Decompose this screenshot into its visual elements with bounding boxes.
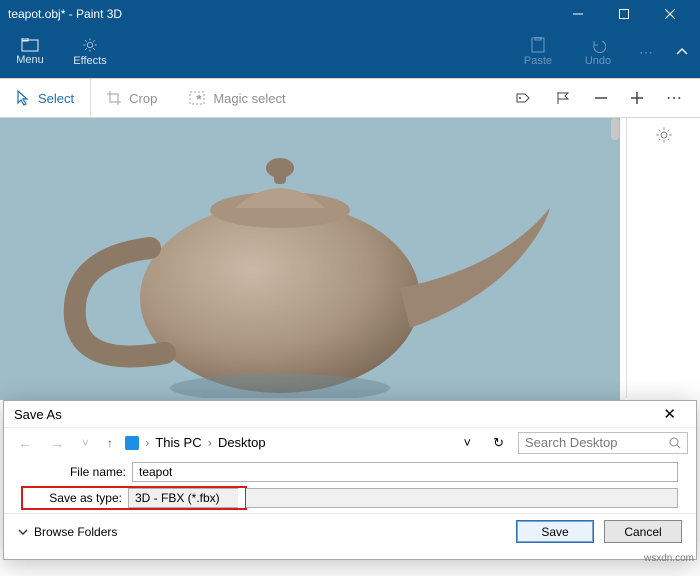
effects-label: Effects (73, 55, 106, 67)
crop-label: Crop (129, 91, 157, 106)
crop-icon (107, 91, 121, 105)
minus-icon[interactable] (594, 91, 608, 105)
saveastype-field-part[interactable]: 3D - FBX (*.fbx) (128, 488, 238, 508)
titlebar-title: teapot.obj* - Paint 3D (8, 7, 122, 21)
redo-button: ⋯ (628, 28, 664, 76)
saveastype-field[interactable] (246, 488, 678, 508)
close-button[interactable] (648, 0, 692, 28)
chevron-up-icon (676, 48, 688, 56)
chevron-up-button[interactable] (664, 28, 700, 76)
up-button[interactable]: ↑ (101, 436, 119, 450)
filename-value: teapot (139, 465, 172, 479)
undo-button: Undo (568, 28, 628, 76)
nav-bar: ← → ˅ ↑ › This PC › Desktop ˅ ↻ Search D… (4, 427, 696, 457)
breadcrumb[interactable]: › This PC › Desktop (125, 435, 449, 450)
filename-label: File name: (22, 465, 132, 479)
teapot-model (50, 128, 570, 398)
crop-tool[interactable]: Crop (91, 79, 173, 117)
pc-icon (125, 436, 139, 450)
more-icon[interactable]: ⋯ (666, 88, 682, 108)
minimize-button[interactable] (556, 0, 600, 28)
toolbar: Select Crop Magic select ⋯ (0, 78, 700, 118)
effects-icon (82, 37, 98, 53)
path-pc[interactable]: This PC (155, 435, 201, 450)
paste-icon (531, 37, 545, 53)
plus-icon[interactable] (630, 91, 644, 105)
tag-icon[interactable] (516, 91, 534, 105)
flag-icon[interactable] (556, 91, 572, 105)
scrollbar[interactable] (611, 118, 619, 140)
right-panel (626, 118, 700, 398)
search-input[interactable]: Search Desktop (518, 432, 688, 454)
chevron-right-icon: › (145, 435, 149, 450)
magic-select-icon (189, 91, 205, 105)
settings-sun-icon[interactable] (655, 126, 673, 144)
saveastype-label: Save as type: (24, 491, 128, 505)
paste-label: Paste (524, 55, 552, 67)
maximize-button[interactable] (602, 0, 646, 28)
menu-button[interactable]: Menu (0, 28, 60, 76)
search-placeholder: Search Desktop (525, 435, 618, 450)
save-button[interactable]: Save (516, 520, 594, 543)
cursor-icon (16, 90, 30, 106)
browse-folders-toggle[interactable]: Browse Folders (18, 525, 117, 539)
paste-button: Paste (508, 28, 568, 76)
search-icon (669, 437, 681, 449)
back-button[interactable]: ← (12, 435, 38, 451)
forward-button[interactable]: → (44, 435, 70, 451)
browse-folders-label: Browse Folders (34, 525, 117, 539)
path-folder[interactable]: Desktop (218, 435, 266, 450)
watermark: wsxdn.com (644, 553, 694, 564)
titlebar: teapot.obj* - Paint 3D (0, 0, 700, 28)
dialog-close-button[interactable]: ✕ (653, 403, 686, 425)
save-as-dialog: Save As ✕ ← → ˅ ↑ › This PC › Desktop ˅ … (3, 400, 697, 560)
viewport[interactable] (0, 118, 620, 400)
folder-icon (21, 38, 39, 52)
undo-icon (590, 37, 606, 53)
recent-dropdown[interactable]: ˅ (76, 436, 95, 450)
window-controls (556, 0, 692, 28)
select-label: Select (38, 91, 74, 106)
magic-select-label: Magic select (213, 91, 285, 106)
filename-field[interactable]: teapot (132, 462, 678, 482)
ribbon: Menu Effects Paste Undo ⋯ (0, 28, 700, 78)
select-tool[interactable]: Select (0, 79, 90, 117)
effects-button[interactable]: Effects (60, 28, 120, 76)
chevron-down-icon (18, 527, 28, 537)
undo-label: Undo (585, 55, 611, 67)
path-dropdown[interactable]: ˅ (456, 435, 480, 450)
cancel-button[interactable]: Cancel (604, 520, 682, 543)
magic-select-tool[interactable]: Magic select (173, 79, 301, 117)
saveastype-value: 3D - FBX (*.fbx) (135, 491, 220, 505)
menu-label: Menu (16, 54, 44, 66)
chevron-right-icon: › (208, 435, 212, 450)
dialog-title: Save As (14, 407, 62, 422)
refresh-button[interactable]: ↻ (485, 435, 512, 451)
